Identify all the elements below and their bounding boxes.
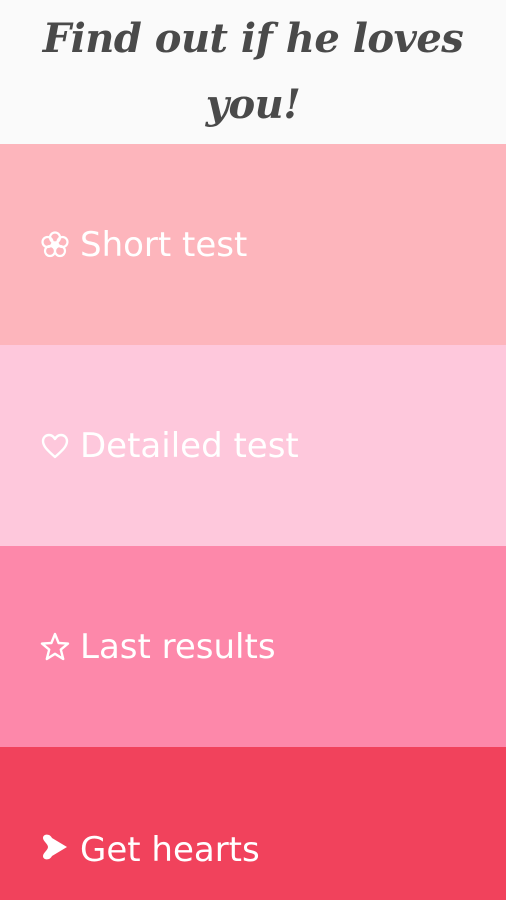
header: Find out if he loves you! (0, 0, 506, 144)
heart-arrow-icon (38, 830, 72, 864)
heart-outline-icon (38, 429, 72, 463)
short-test-label: Short test (80, 224, 248, 265)
last-results-label: Last results (80, 626, 276, 667)
star-outline-icon (38, 630, 72, 664)
get-hearts-label: Get hearts (80, 830, 260, 870)
app-screen: Find out if he loves you! Short test Det… (0, 0, 506, 900)
detailed-test-label: Detailed test (80, 425, 299, 466)
detailed-test-button[interactable]: Detailed test (0, 345, 506, 546)
last-results-button[interactable]: Last results (0, 546, 506, 747)
flower-icon (38, 228, 72, 262)
short-test-button[interactable]: Short test (0, 144, 506, 345)
page-title: Find out if he loves you! (42, 15, 464, 128)
get-hearts-button[interactable]: Get hearts (0, 747, 506, 900)
